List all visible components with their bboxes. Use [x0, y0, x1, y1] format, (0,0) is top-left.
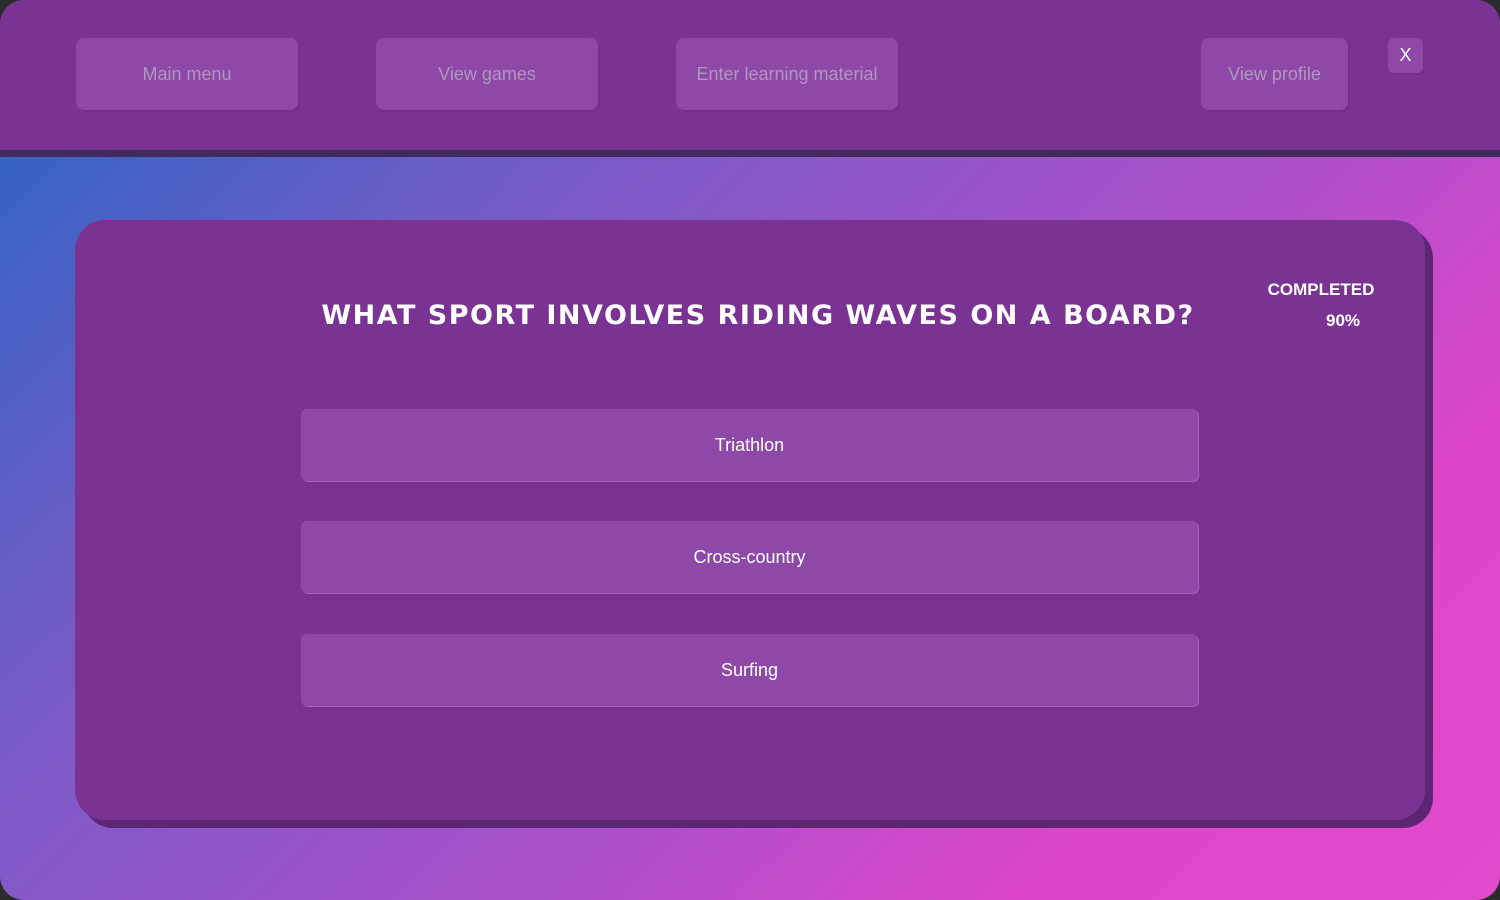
answer-option-1[interactable]: Triathlon [301, 409, 1198, 481]
answer-option-2[interactable]: Cross-country [301, 521, 1198, 593]
view-profile-button[interactable]: View profile [1201, 38, 1348, 110]
question-text: What sport involves riding waves on a bo… [321, 300, 1195, 331]
enter-learning-material-button[interactable]: Enter learning material [676, 38, 898, 110]
completion-percentage: 90% [1325, 311, 1361, 330]
answer-option-3[interactable]: Surfing [301, 634, 1198, 706]
quiz-app-window: Main menu View games Enter learning mate… [0, 0, 1500, 900]
view-games-button[interactable]: View games [376, 38, 598, 110]
close-button[interactable]: X [1388, 38, 1423, 73]
completion-label: COMPLETED [1267, 280, 1375, 299]
top-navigation-bar: Main menu View games Enter learning mate… [0, 0, 1500, 157]
main-menu-button[interactable]: Main menu [76, 38, 298, 110]
